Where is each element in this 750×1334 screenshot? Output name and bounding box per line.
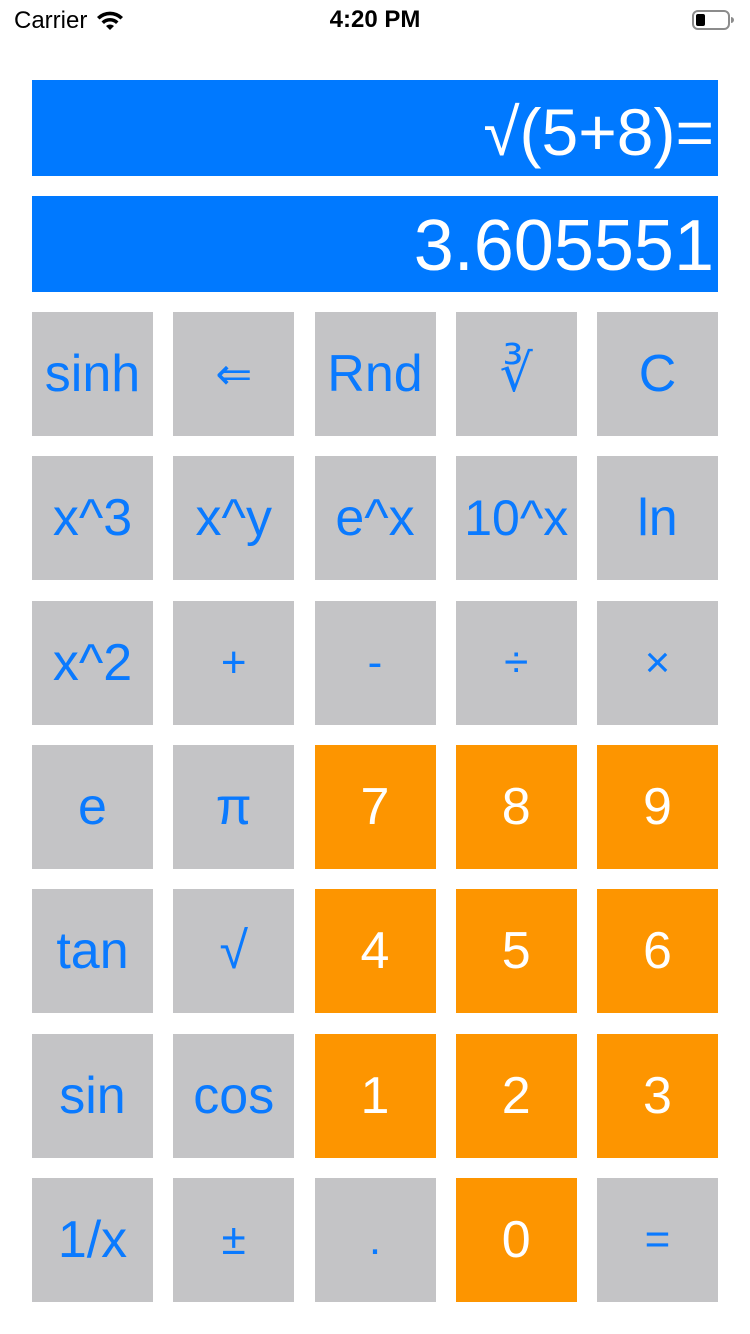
result-display: 3.605551 — [32, 196, 718, 292]
cube-root-key[interactable]: ∛ — [455, 312, 577, 436]
pi-key[interactable]: π — [173, 744, 295, 869]
square-root-key[interactable]: √ — [173, 889, 295, 1014]
sinh-key[interactable]: sinh — [32, 312, 153, 436]
divide-key[interactable]: ÷ — [455, 600, 577, 725]
sin-key[interactable]: sin — [32, 1033, 153, 1158]
keypad: sinh ⇐ Rnd ∛ C x^3 x^y e^x 10^x ln x^2 +… — [32, 312, 718, 1302]
ten-power-key[interactable]: 10^x — [455, 456, 577, 581]
plus-key[interactable]: + — [173, 600, 295, 725]
digit-1-key[interactable]: 1 — [314, 1033, 436, 1158]
digit-0-key[interactable]: 0 — [455, 1177, 577, 1302]
cube-key[interactable]: x^3 — [32, 456, 153, 581]
digit-8-key[interactable]: 8 — [455, 744, 577, 869]
cos-key[interactable]: cos — [173, 1033, 295, 1158]
status-time: 4:20 PM — [329, 6, 421, 33]
ln-key[interactable]: ln — [597, 456, 718, 581]
digit-5-key[interactable]: 5 — [455, 889, 577, 1014]
minus-key[interactable]: - — [314, 600, 436, 725]
equals-key[interactable]: = — [597, 1177, 718, 1302]
decimal-point-key[interactable]: . — [314, 1177, 436, 1302]
expression-display: √(5+8)= — [32, 80, 718, 176]
status-bar: Carrier 4:20 PM — [0, 0, 750, 40]
battery-icon — [692, 10, 734, 30]
exp-key[interactable]: e^x — [314, 456, 436, 581]
digit-7-key[interactable]: 7 — [314, 744, 436, 869]
tan-key[interactable]: tan — [32, 889, 153, 1014]
digit-4-key[interactable]: 4 — [314, 889, 436, 1014]
digit-2-key[interactable]: 2 — [455, 1033, 577, 1158]
euler-key[interactable]: e — [32, 744, 153, 869]
calculator-screen: Carrier 4:20 PM √(5+8)= 3.605551 sinh ⇐ … — [0, 0, 750, 1334]
digit-6-key[interactable]: 6 — [597, 889, 718, 1014]
power-key[interactable]: x^y — [173, 456, 295, 581]
sign-toggle-key[interactable]: ± — [173, 1177, 295, 1302]
digit-9-key[interactable]: 9 — [597, 744, 718, 869]
reciprocal-key[interactable]: 1/x — [32, 1177, 153, 1302]
backspace-key[interactable]: ⇐ — [173, 312, 295, 436]
clear-key[interactable]: C — [597, 312, 718, 436]
random-key[interactable]: Rnd — [314, 312, 436, 436]
multiply-key[interactable]: × — [597, 600, 718, 725]
square-key[interactable]: x^2 — [32, 600, 153, 725]
digit-3-key[interactable]: 3 — [597, 1033, 718, 1158]
